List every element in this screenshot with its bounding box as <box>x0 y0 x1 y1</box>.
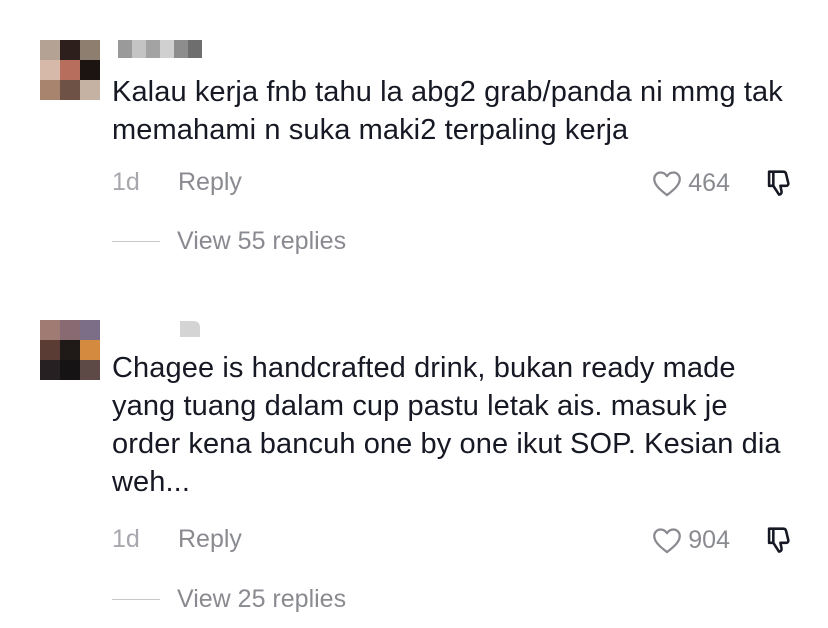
view-replies-label: View 55 replies <box>177 226 347 255</box>
view-replies-button[interactable]: View 25 replies <box>112 584 346 614</box>
like-button[interactable]: 464 <box>650 165 730 201</box>
avatar[interactable] <box>40 40 100 100</box>
comment-time: 1d <box>112 525 140 553</box>
comment-text: Kalau kerja fnb tahu la abg2 grab/panda … <box>112 76 783 146</box>
reply-button[interactable]: Reply <box>178 525 242 554</box>
reply-button[interactable]: Reply <box>178 168 242 197</box>
comment-text: Chagee is handcrafted drink, bukan ready… <box>112 352 781 498</box>
username[interactable] <box>180 321 200 339</box>
view-replies-label: View 25 replies <box>177 584 347 613</box>
divider-line <box>112 240 160 242</box>
like-count: 464 <box>688 168 730 197</box>
comment-time: 1d <box>112 168 140 196</box>
username[interactable] <box>118 40 202 58</box>
thumbs-down-icon[interactable] <box>762 523 796 557</box>
heart-outline-icon <box>653 171 682 197</box>
avatar[interactable] <box>40 320 100 380</box>
like-count: 904 <box>688 525 730 554</box>
divider-line <box>112 598 160 600</box>
comment-meta: 1d Reply 904 <box>112 522 802 558</box>
comment-meta: 1d Reply 464 <box>112 165 802 201</box>
like-button[interactable]: 904 <box>650 522 730 558</box>
view-replies-button[interactable]: View 55 replies <box>112 226 346 256</box>
thumbs-down-icon[interactable] <box>762 166 796 200</box>
heart-outline-icon <box>653 528 682 554</box>
